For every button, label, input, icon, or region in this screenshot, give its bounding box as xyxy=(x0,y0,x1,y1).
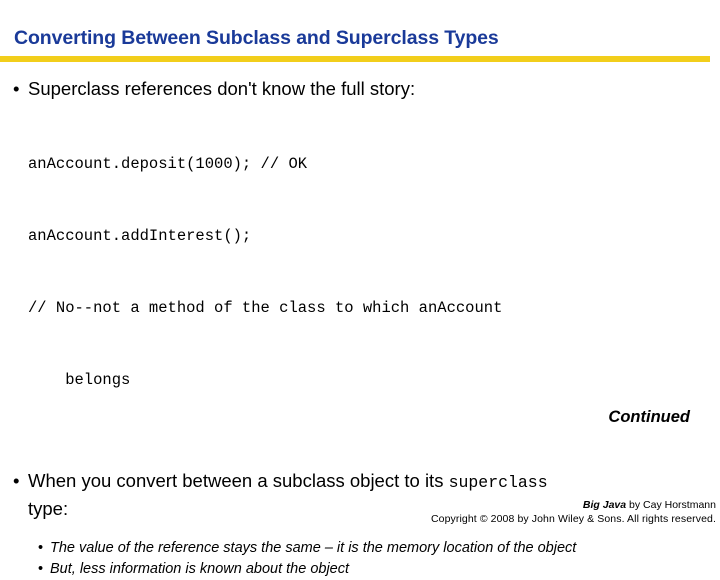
continued-label: Continued xyxy=(608,408,690,426)
code-line-1: anAccount.deposit(1000); // OK xyxy=(28,155,308,173)
footer: Big Java by Cay Horstmann Copyright © 20… xyxy=(0,498,716,526)
code-line-4: belongs xyxy=(28,371,131,389)
bullet-marker-icon: • xyxy=(13,78,20,99)
code-line-3: // No--not a method of the class to whic… xyxy=(28,299,503,317)
title-block: Converting Between Subclass and Supercla… xyxy=(0,26,720,50)
sub-bullet-item-1: • The value of the reference stays the s… xyxy=(0,538,720,559)
sub-bullet-item-2: • But, less information is known about t… xyxy=(0,559,720,580)
bullet-marker-icon: • xyxy=(38,561,44,577)
bullet-marker-icon: • xyxy=(38,540,44,556)
bullet-item-1-text: Superclass references don't know the ful… xyxy=(28,78,416,99)
bullet-item-1: • Superclass references don't know the f… xyxy=(0,76,720,102)
slide: Converting Between Subclass and Supercla… xyxy=(0,0,720,577)
footer-attribution: Big Java by Cay Horstmann xyxy=(0,498,716,512)
sub-bullet-list: • The value of the reference stays the s… xyxy=(0,538,720,580)
code-block: anAccount.deposit(1000); // OK anAccount… xyxy=(0,104,720,440)
sub-bullet-item-2-text: But, less information is known about the… xyxy=(50,561,350,577)
footer-byline: by Cay Horstmann xyxy=(626,499,716,511)
footer-copyright: Copyright © 2008 by John Wiley & Sons. A… xyxy=(430,513,716,525)
title-underline-rule xyxy=(0,56,710,62)
bullet-item-2-text-before: When you convert between a subclass obje… xyxy=(28,470,449,491)
code-line-2: anAccount.addInterest(); xyxy=(28,227,252,245)
page-title: Converting Between Subclass and Supercla… xyxy=(14,27,499,49)
sub-bullet-item-1-text: The value of the reference stays the sam… xyxy=(50,540,577,556)
footer-book-title: Big Java xyxy=(582,499,627,511)
bullet-marker-icon: • xyxy=(13,470,20,491)
bullet-item-2-mono-term: superclass xyxy=(448,473,548,492)
